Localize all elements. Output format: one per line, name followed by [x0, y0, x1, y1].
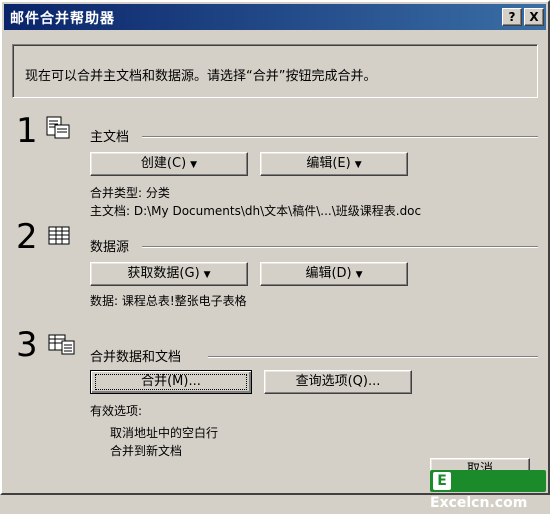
merge-button[interactable]: 合并(M)...: [90, 370, 252, 394]
edit-main-doc-label: 编辑(E): [306, 156, 351, 171]
dropdown-arrow-icon: ▼: [355, 270, 363, 280]
close-button[interactable]: X: [524, 8, 544, 26]
option-remove-blank-lines: 取消地址中的空白行: [110, 426, 219, 440]
merge-type-text: 合并类型: 分类: [90, 186, 170, 200]
query-options-button[interactable]: 查询选项(Q)...: [264, 370, 412, 394]
create-button-label: 创建(C): [140, 156, 187, 171]
step-3-separator: [208, 356, 538, 358]
mail-merge-helper-dialog: 邮件合并帮助器 ? X 现在可以合并主文档和数据源。请选择“合并”按钮完成合并。…: [0, 0, 550, 495]
create-button[interactable]: 创建(C) ▼: [90, 152, 248, 176]
main-document-icon: [46, 116, 72, 140]
watermark-text: Excelcn.com: [430, 495, 528, 511]
focus-rectangle: [95, 374, 247, 390]
edit-data-source-button[interactable]: 编辑(D) ▼: [260, 262, 408, 286]
step-3-label: 合并数据和文档: [90, 350, 182, 365]
dropdown-arrow-icon: ▼: [203, 270, 211, 280]
get-data-button[interactable]: 获取数据(G) ▼: [90, 262, 248, 286]
step-1-label: 主文档: [90, 130, 130, 145]
data-source-icon: [48, 224, 74, 248]
data-source-info: 数据: 课程总表!整张电子表格: [90, 294, 247, 308]
help-button[interactable]: ?: [502, 8, 522, 26]
title-bar: 邮件合并帮助器 ? X: [4, 4, 546, 30]
step-1-separator: [142, 136, 538, 138]
options-label: 有效选项:: [90, 404, 143, 418]
step-3-number: 3: [16, 325, 38, 365]
step-2-label: 数据源: [90, 240, 130, 255]
site-watermark-logo: E Excelcn.com: [430, 470, 546, 511]
main-document-path: 主文档: D:\My Documents\dh\文本\稿件\...\班级课程表.…: [90, 204, 422, 218]
step-2-number: 2: [16, 217, 38, 257]
dropdown-arrow-icon: ▼: [354, 160, 362, 170]
merge-icon: [48, 332, 75, 356]
get-data-label: 获取数据(G): [127, 266, 200, 281]
instruction-text: 现在可以合并主文档和数据源。请选择“合并”按钮完成合并。: [25, 69, 377, 84]
query-options-label: 查询选项(Q)...: [295, 374, 381, 389]
step-2-separator: [142, 246, 538, 248]
edit-data-source-label: 编辑(D): [305, 266, 352, 281]
instruction-panel: 现在可以合并主文档和数据源。请选择“合并”按钮完成合并。: [12, 44, 538, 98]
window-title: 邮件合并帮助器: [10, 11, 115, 27]
edit-main-doc-button[interactable]: 编辑(E) ▼: [260, 152, 408, 176]
dropdown-arrow-icon: ▼: [190, 160, 198, 170]
option-merge-to-new-document: 合并到新文档: [110, 444, 183, 458]
step-1-number: 1: [16, 111, 38, 151]
watermark-e-icon: E: [433, 472, 451, 490]
